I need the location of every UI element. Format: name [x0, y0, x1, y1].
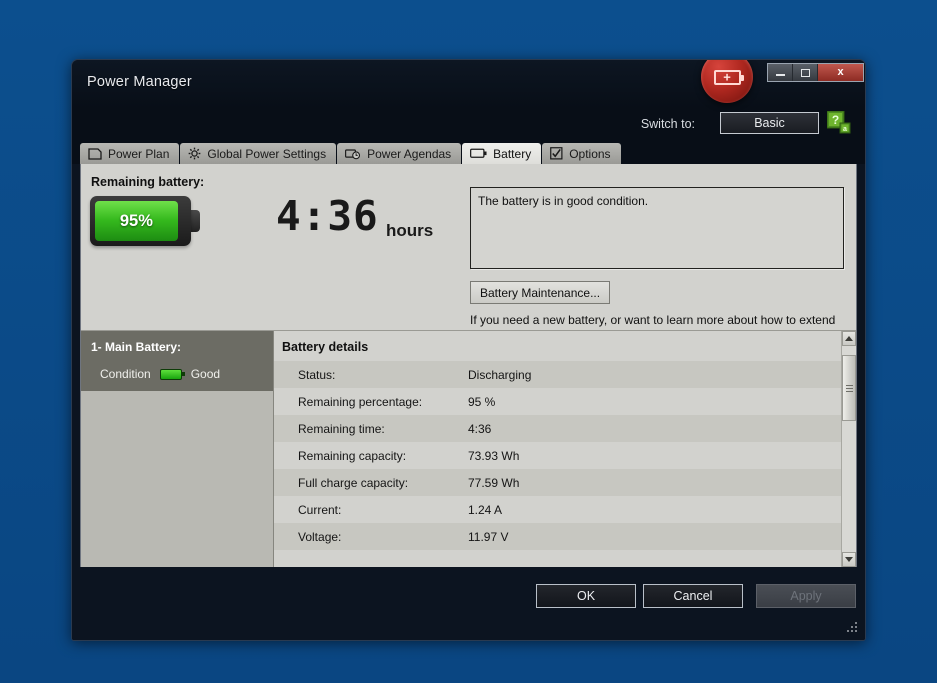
battery-level-graphic: 95% [90, 196, 200, 246]
row-value: Discharging [468, 367, 532, 382]
checkbox-icon [550, 147, 563, 160]
mini-battery-icon [159, 368, 185, 380]
row-key: Status: [298, 367, 336, 382]
orb-battery-shape: + [713, 69, 744, 85]
remaining-time-unit: hours [386, 221, 434, 240]
battery-plus-orb-icon: + [701, 60, 753, 103]
triangle-down-icon [845, 557, 853, 562]
orb-plus-glyph: + [723, 69, 731, 85]
tab-label: Power Agendas [367, 146, 452, 161]
window-controls: x [767, 63, 864, 82]
row-key: Remaining time: [298, 421, 385, 436]
condition-message: The battery is in good condition. [478, 194, 649, 208]
grip-line [845, 387, 853, 389]
main-battery-header[interactable]: 1- Main Battery: Condition Good [81, 331, 273, 391]
tab-label: Global Power Settings [207, 146, 327, 161]
battery-summary-panel: Remaining battery: 95% 4:36 hours The ba… [81, 164, 856, 343]
tab-battery[interactable]: Battery [462, 143, 542, 164]
battery-details-rows: Status: Discharging Remaining percentage… [274, 361, 856, 567]
condition-row: Condition Good [91, 367, 263, 381]
table-row: Remaining capacity: 73.93 Wh [274, 442, 856, 469]
title-bar: Power Manager + x [72, 60, 865, 108]
scrollbar-track[interactable] [842, 346, 856, 552]
row-key: Voltage: [298, 529, 342, 544]
tab-strip: Power Plan Global Power Settings Power A… [72, 143, 865, 164]
tab-label: Power Plan [108, 146, 170, 161]
battery-percent-label: 95% [119, 211, 153, 230]
tab-global-power-settings[interactable]: Global Power Settings [180, 143, 337, 164]
scrollbar-thumb[interactable] [842, 355, 856, 421]
apply-button: Apply [756, 584, 856, 608]
switch-to-label: Switch to: [640, 117, 695, 131]
page-icon [88, 147, 102, 160]
battery-details-panel: Battery details Status: Discharging Rema… [274, 331, 856, 567]
table-row: Voltage: 11.97 V [274, 523, 856, 550]
tab-label: Options [569, 146, 611, 161]
condition-message-box: The battery is in good condition. [470, 187, 844, 269]
table-row: Status: Discharging [274, 361, 856, 388]
tab-label: Battery [493, 146, 532, 161]
table-row: Full charge capacity: 77.59 Wh [274, 469, 856, 496]
row-key: Full charge capacity: [298, 475, 409, 490]
scroll-up-button[interactable] [842, 331, 856, 346]
dialog-footer: OK Cancel Apply [72, 567, 865, 640]
battery-maintenance-button[interactable]: Battery Maintenance... [470, 281, 611, 304]
minimize-icon [775, 74, 785, 76]
switch-to-basic-button[interactable]: Basic [720, 112, 819, 134]
help-question-icon[interactable]: ? a [826, 110, 851, 135]
remaining-battery-label: Remaining battery: [91, 175, 205, 189]
triangle-up-icon [845, 336, 853, 341]
table-row: Remaining time: 4:36 [274, 415, 856, 442]
condition-value: Good [190, 367, 221, 381]
resize-grip-icon[interactable] [846, 622, 858, 634]
battery-detail-split: 1- Main Battery: Condition Good Battery … [81, 331, 856, 567]
extend-line-1: If you need a new battery, or want to le… [470, 313, 836, 327]
tab-power-plan[interactable]: Power Plan [80, 143, 180, 164]
row-key: Remaining capacity: [298, 448, 407, 463]
grip-line [845, 384, 853, 386]
close-button[interactable]: x [818, 64, 863, 81]
row-value: 77.59 Wh [468, 475, 520, 490]
ok-button[interactable]: OK [536, 584, 636, 608]
condition-label: Condition [100, 367, 151, 381]
gear-icon [188, 147, 201, 160]
row-value: 4:36 [468, 421, 492, 436]
details-scrollbar[interactable] [841, 331, 856, 567]
row-value: 95 % [468, 394, 496, 409]
row-value: 73.93 Wh [468, 448, 520, 463]
maximize-button[interactable] [793, 64, 818, 81]
row-key: Remaining percentage: [298, 394, 423, 409]
cancel-button[interactable]: Cancel [643, 584, 743, 608]
row-key: Current: [298, 502, 342, 517]
svg-text:a: a [843, 126, 847, 133]
grip-line [845, 390, 853, 392]
table-row: Current: 1.24 A [274, 496, 856, 523]
power-manager-window: Power Manager + x Switch to: Basic ? a P… [71, 59, 866, 641]
minimize-button[interactable] [768, 64, 793, 81]
battery-icon [470, 148, 487, 159]
row-value: 11.97 V [468, 529, 509, 544]
battery-body: 95% [90, 196, 191, 246]
battery-fill: 95% [95, 201, 178, 241]
row-value: 1.24 A [468, 502, 503, 517]
maximize-icon [800, 68, 810, 77]
remaining-time-digits: 4:36 [276, 192, 379, 240]
page-title: Power Manager [87, 74, 192, 90]
scroll-down-button[interactable] [842, 552, 856, 567]
clock-battery-icon [345, 148, 361, 160]
tab-options[interactable]: Options [542, 143, 621, 164]
table-row: Remaining percentage: 95 % [274, 388, 856, 415]
switch-bar: Switch to: Basic ? a [72, 108, 865, 143]
main-battery-title: 1- Main Battery: [91, 340, 182, 354]
tab-power-agendas[interactable]: Power Agendas [337, 143, 462, 164]
battery-details-title: Battery details [282, 340, 369, 354]
battery-tab-content: Remaining battery: 95% 4:36 hours The ba… [80, 164, 857, 567]
svg-text:?: ? [832, 113, 839, 127]
battery-list-panel: 1- Main Battery: Condition Good [81, 331, 274, 567]
